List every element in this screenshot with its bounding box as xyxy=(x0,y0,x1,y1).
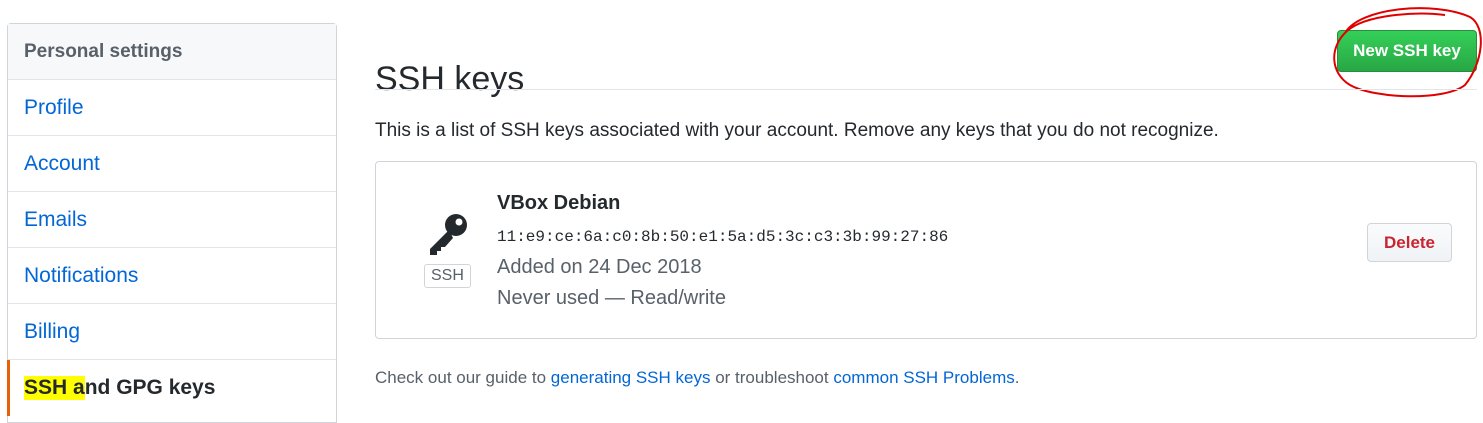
key-usage: Never used — Read/write xyxy=(497,287,726,309)
ssh-key-item: SSH VBox Debian 11:e9:ce:6a:c0:8b:50:e1:… xyxy=(375,161,1477,339)
key-added-date: Added on 24 Dec 2018 xyxy=(497,256,702,278)
generating-ssh-keys-link[interactable]: generating SSH keys xyxy=(551,368,711,387)
guide-suffix: . xyxy=(1014,368,1020,387)
ssh-keys-description: This is a list of SSH keys associated wi… xyxy=(375,120,1219,141)
sidebar-item-notifications[interactable]: Notifications xyxy=(8,248,336,304)
header-divider xyxy=(375,89,1477,90)
ssh-badge: SSH xyxy=(424,264,471,288)
settings-sidebar: Personal settings Profile Account Emails… xyxy=(7,23,337,423)
sidebar-item-profile[interactable]: Profile xyxy=(8,80,336,136)
sidebar-item-ssh-gpg-keys[interactable]: SSH a nd GPG keys xyxy=(7,360,336,416)
sidebar-item-account[interactable]: Account xyxy=(8,136,336,192)
guide-prefix: Check out our guide to xyxy=(375,368,551,387)
highlighted-text: SSH a xyxy=(24,376,85,400)
key-fingerprint: 11:e9:ce:6a:c0:8b:50:e1:5a:d5:3c:c3:3b:9… xyxy=(497,228,949,246)
new-ssh-key-button[interactable]: New SSH key xyxy=(1337,30,1477,72)
common-ssh-problems-link[interactable]: common SSH Problems xyxy=(833,368,1014,387)
guide-text: Check out our guide to generating SSH ke… xyxy=(375,368,1019,388)
page-title: SSH keys xyxy=(375,60,525,99)
guide-middle: or troubleshoot xyxy=(710,368,834,387)
sidebar-item-emails[interactable]: Emails xyxy=(8,192,336,248)
sidebar-header: Personal settings xyxy=(8,24,336,80)
key-icon xyxy=(424,210,472,258)
sidebar-item-billing[interactable]: Billing xyxy=(8,304,336,360)
sidebar-item-label: nd GPG keys xyxy=(84,376,216,399)
delete-key-button[interactable]: Delete xyxy=(1367,223,1452,262)
key-title: VBox Debian xyxy=(497,192,621,214)
